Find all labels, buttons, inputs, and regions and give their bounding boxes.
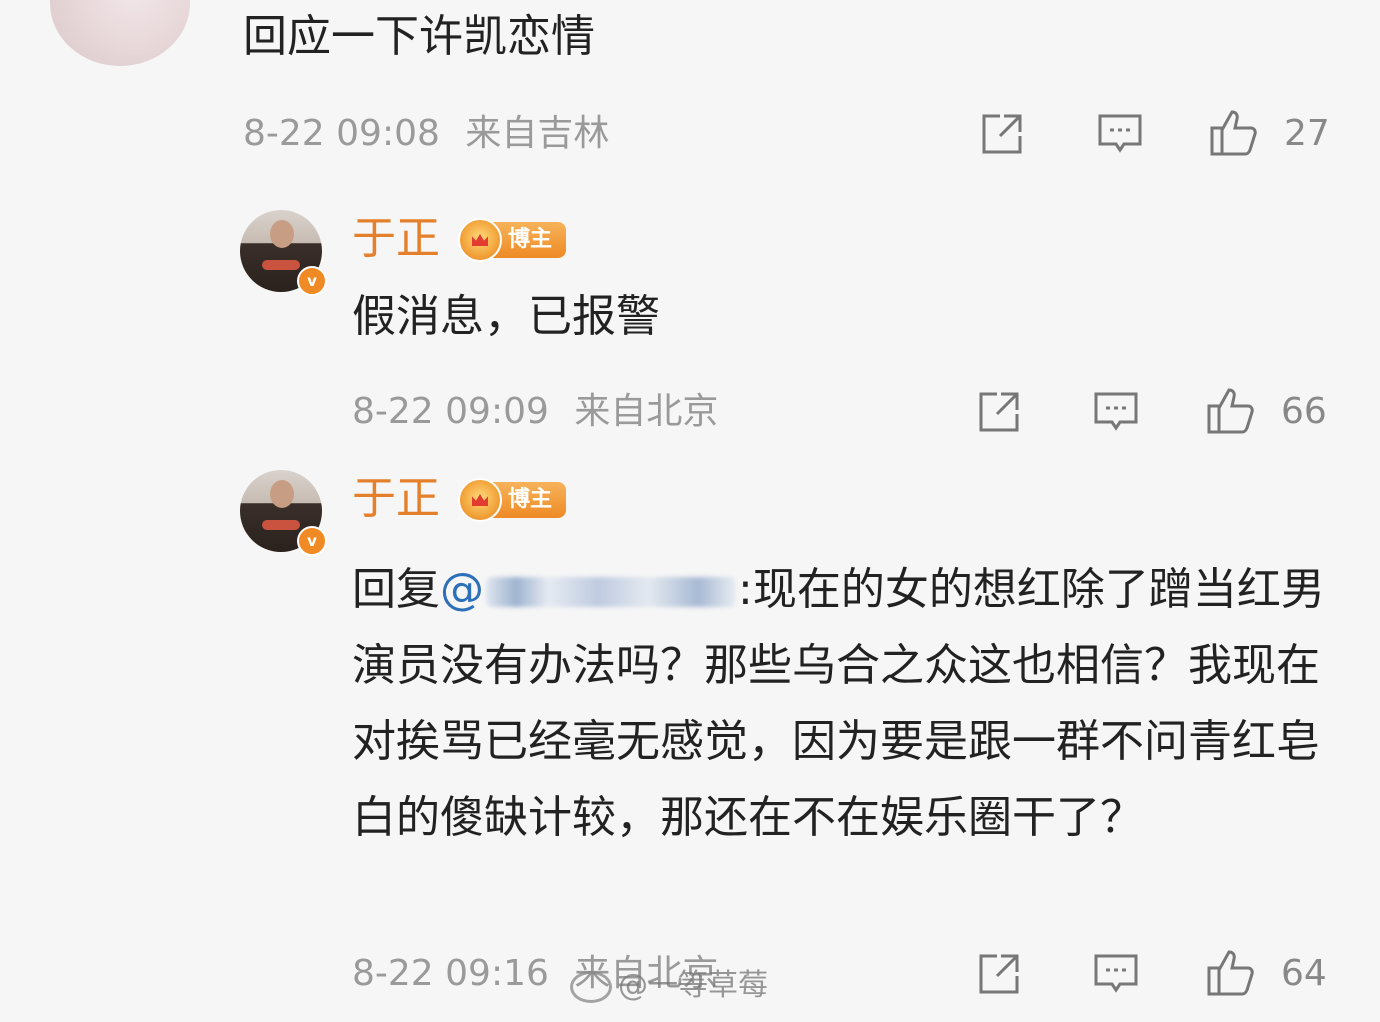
- reply-prefix: 回复: [352, 564, 440, 615]
- watermark-text: @一等草莓: [618, 968, 768, 1003]
- weibo-logo-icon: [570, 970, 612, 1003]
- comment-icon[interactable]: [1092, 388, 1140, 436]
- mention-colon: :: [738, 564, 753, 615]
- author-name[interactable]: 于正: [352, 474, 440, 524]
- like-icon[interactable]: [1205, 946, 1254, 996]
- reply-body: 回复@:现在的女的想红除了蹭当红男演员没有办法吗？那些乌合之众这也相信？我现在对…: [352, 552, 1332, 856]
- share-icon[interactable]: [975, 950, 1023, 998]
- reply-date: 8-22 09:09: [352, 391, 549, 432]
- reply-date: 8-22 09:16: [352, 953, 549, 994]
- reply-text: 假消息，已报警: [352, 291, 660, 342]
- crown-icon: [458, 218, 502, 262]
- comment-icon[interactable]: [1092, 950, 1140, 998]
- verified-icon: v: [297, 266, 327, 296]
- verified-icon: v: [297, 526, 327, 556]
- blogger-badge: 博主: [458, 478, 566, 522]
- like-icon[interactable]: [1208, 106, 1257, 156]
- author-name[interactable]: 于正: [352, 214, 440, 264]
- crown-icon: [458, 478, 502, 522]
- like-count: 64: [1281, 953, 1327, 994]
- blurred-username: [486, 577, 736, 607]
- comment-meta: 8-22 09:08 来自吉林: [243, 114, 609, 154]
- reply-meta: 8-22 09:09 来自北京: [352, 392, 718, 432]
- like-count: 66: [1281, 391, 1327, 432]
- commenter-avatar[interactable]: [50, 0, 190, 66]
- comment-source: 来自吉林: [465, 113, 610, 154]
- reply-source: 来自北京: [574, 391, 719, 432]
- share-icon[interactable]: [978, 110, 1026, 158]
- share-icon[interactable]: [975, 388, 1023, 436]
- mention-at: @: [440, 564, 484, 615]
- like-count: 27: [1284, 113, 1330, 154]
- watermark: @一等草莓: [570, 960, 768, 1004]
- like-icon[interactable]: [1205, 384, 1254, 434]
- blogger-badge: 博主: [458, 218, 566, 262]
- mention-link[interactable]: @: [440, 564, 738, 615]
- comment-date: 8-22 09:08: [243, 113, 440, 154]
- comment-icon[interactable]: [1096, 110, 1144, 158]
- comment-text: 回应一下许凯恋情: [243, 11, 595, 62]
